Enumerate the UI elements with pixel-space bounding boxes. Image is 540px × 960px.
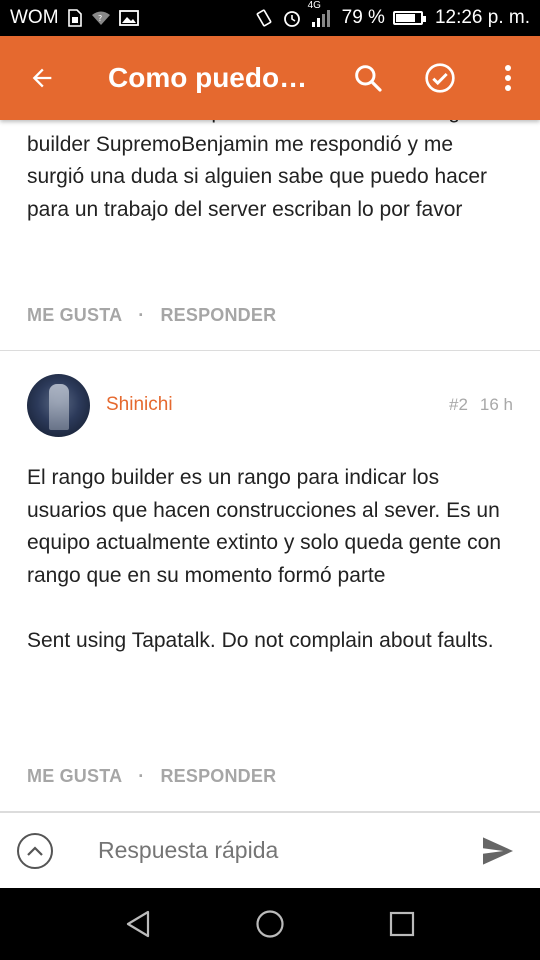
post-2-signature: Sent using Tapatalk. Do not complain abo… [27,628,494,652]
action-separator: · [138,305,145,325]
status-bar: WOM ? 4G 79 % 12:26 p. m. [0,0,540,36]
author-name[interactable]: Shinichi [106,394,173,416]
expand-reply-button[interactable] [17,832,53,869]
send-icon [483,836,513,865]
like-button[interactable]: ME GUSTA [27,305,122,326]
alarm-icon [282,8,302,28]
back-arrow-icon [32,68,52,88]
overflow-menu-button[interactable] [476,36,540,120]
post-time: 16 h [479,395,513,414]
search-icon [355,65,382,92]
mark-read-button[interactable] [404,36,476,120]
circle-home-icon [256,910,284,938]
clock-label: 12:26 p. m. [434,7,530,28]
post-1-actions: ME GUSTA · RESPONDER [27,305,276,326]
post-meta: #2 16 h [449,395,513,415]
nav-home-button[interactable] [246,900,294,948]
image-notification-icon [118,10,139,26]
search-button[interactable] [332,36,404,120]
reply-button[interactable]: RESPONDER [160,305,276,326]
nav-recents-button[interactable] [378,900,426,948]
nav-back-button[interactable] [114,900,162,948]
avatar[interactable] [27,373,90,437]
back-button[interactable] [0,36,84,120]
triangle-back-icon [126,910,150,938]
quick-reply-input[interactable] [98,837,438,864]
check-circle-icon [425,63,455,93]
sim-icon [67,9,83,27]
signal-icon: 4G [308,0,334,28]
post-2-message: El rango builder es un rango para indica… [27,466,502,587]
thread-title: Como puedo… [108,62,308,93]
action-separator: · [138,766,145,786]
battery-icon [392,11,426,25]
wifi-icon: ? [91,10,111,26]
post-2-actions: ME GUSTA · RESPONDER [27,766,276,787]
thread-content[interactable]: Hola en mi Anterior post hablaba sobre e… [0,120,540,812]
battery-percent-label: 79 % [341,7,385,28]
svg-text:?: ? [98,14,102,23]
app-toolbar: Como puedo… [0,36,540,120]
vibrate-icon [254,8,274,28]
carrier-label: WOM [10,7,59,28]
system-nav-bar [0,888,540,960]
like-button[interactable]: ME GUSTA [27,766,122,787]
network-type-label: 4G [307,0,321,11]
more-vert-icon [505,65,511,91]
post-number: #2 [448,395,468,414]
square-recents-icon [389,911,415,937]
post-divider [0,350,540,351]
post-1-body: Hola en mi Anterior post hablaba sobre e… [27,120,488,221]
send-button[interactable] [478,831,518,871]
post-2-body: El rango builder es un rango para indica… [0,462,540,657]
quick-reply-bar [0,812,540,888]
reply-button[interactable]: RESPONDER [160,766,276,787]
post-2-header: Shinichi #2 16 h [27,373,513,437]
chevron-up-icon [27,845,43,856]
